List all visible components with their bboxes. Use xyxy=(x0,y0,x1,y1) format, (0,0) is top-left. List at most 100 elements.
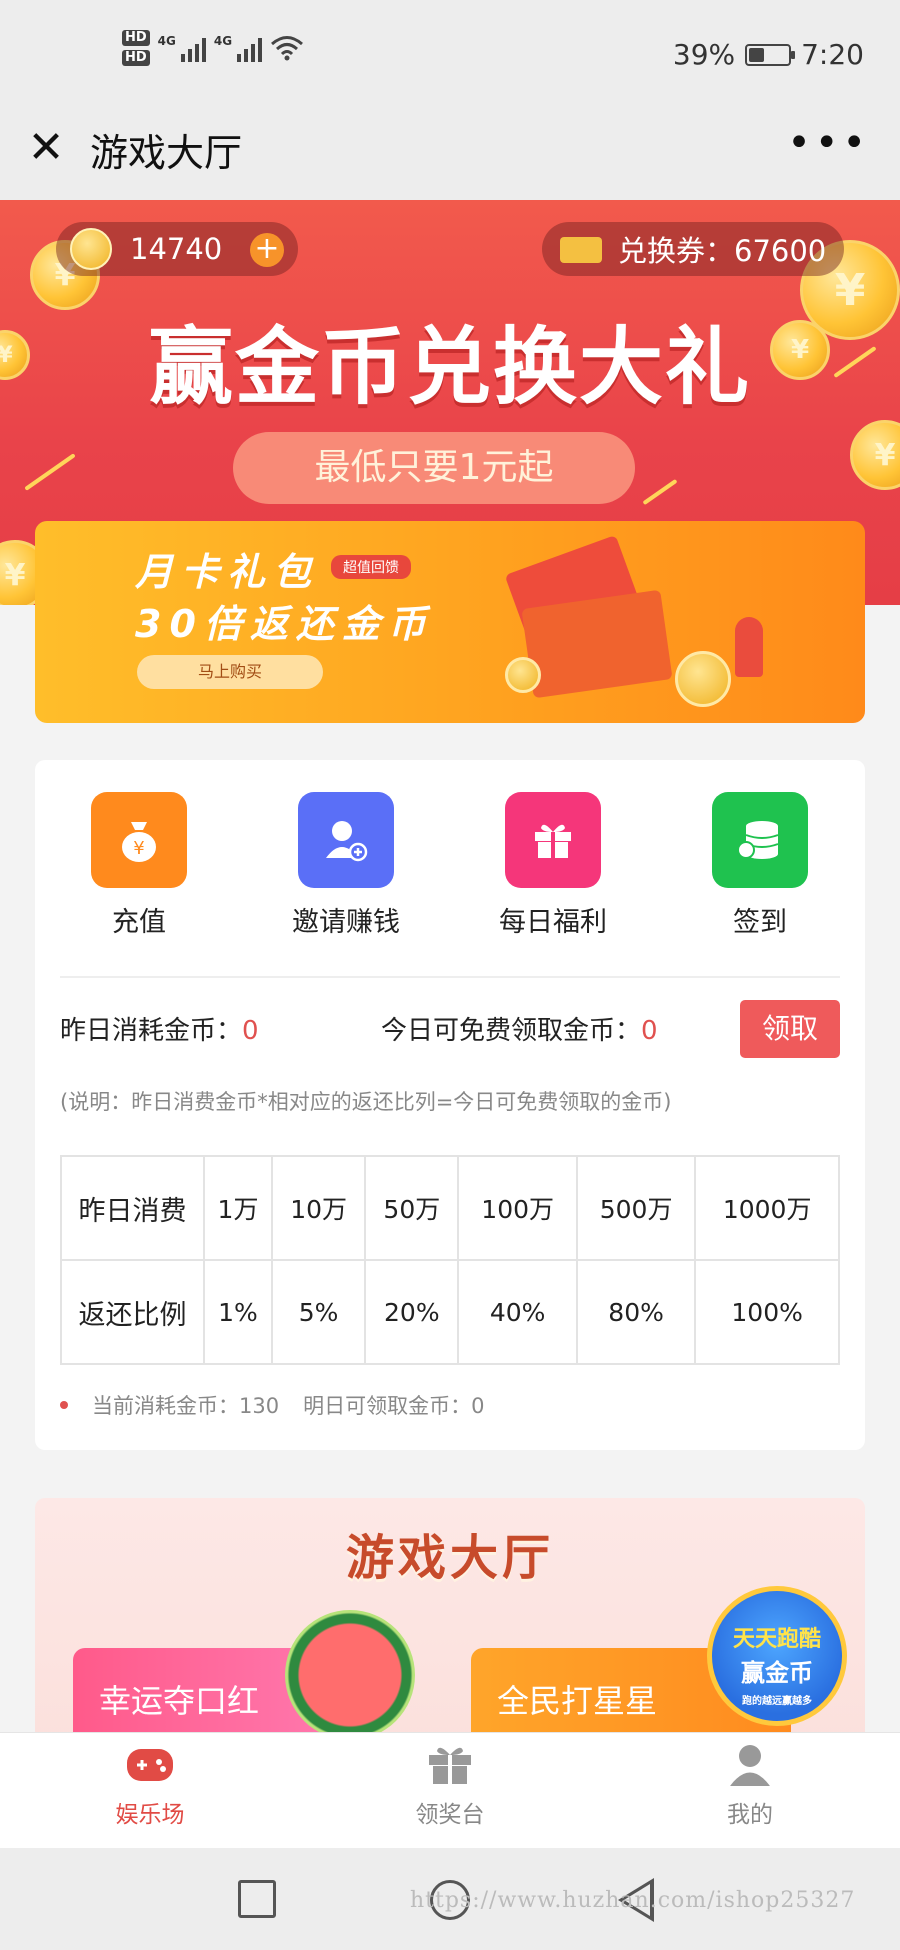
table-cell: 1000万 xyxy=(694,1155,840,1261)
badge-line-3: 跑的越远赢越多 xyxy=(742,1696,812,1707)
close-icon[interactable]: ✕ xyxy=(26,126,66,170)
signal-icon: 4G xyxy=(158,34,206,62)
battery-fill xyxy=(749,47,764,62)
streak-decoration xyxy=(642,478,678,506)
watermark-text: https://www.huzhan.com/ishop25327 xyxy=(410,1888,856,1913)
game-label: 幸运夺口红 xyxy=(99,1682,260,1720)
coin-balance-value: 14740 xyxy=(130,232,223,266)
tab-label: 领奖台 xyxy=(415,1802,485,1828)
voucher-balance-value: 兑换券：67600 xyxy=(618,234,827,268)
today-claimable-label: 今日可免费领取金币： xyxy=(381,1016,642,1046)
claim-button[interactable]: 领取 xyxy=(740,1000,840,1058)
row-header: 返还比例 xyxy=(60,1259,205,1365)
network-type-2: 4G xyxy=(213,34,233,48)
add-user-icon xyxy=(298,792,394,888)
feature-daily-welfare[interactable]: 每日福利 xyxy=(473,792,633,939)
coin-stack-icon xyxy=(70,228,112,270)
tab-entertainment[interactable]: 娱乐场 xyxy=(50,1743,250,1829)
today-claimable-value: 0 xyxy=(641,1016,658,1046)
game-hall-title: 游戏大厅 xyxy=(345,1530,554,1586)
feature-label: 每日福利 xyxy=(499,907,607,938)
feature-checkin[interactable]: 签到 xyxy=(680,792,840,939)
feature-invite[interactable]: 邀请赚钱 xyxy=(266,792,426,939)
bullet-dot xyxy=(60,1401,68,1409)
feature-recharge[interactable]: ¥ 充值 xyxy=(59,792,219,939)
banner-title: 赢金币兑换大礼 xyxy=(148,318,751,416)
user-icon xyxy=(730,1745,770,1786)
ticket-icon xyxy=(560,237,602,263)
table-cell: 500万 xyxy=(575,1155,697,1261)
wifi-icon xyxy=(271,36,304,61)
game-hall: 游戏大厅 幸运夺口红 全民打星星 天天跑酷 赢金币 跑的越远赢越多 xyxy=(35,1498,865,1748)
current-status: 当前消耗金币：130 明日可领取金币：0 xyxy=(60,1390,484,1420)
battery-icon xyxy=(745,43,796,66)
recent-apps-button[interactable] xyxy=(238,1880,276,1918)
hd-badge-2: HD xyxy=(122,50,150,66)
tab-label: 娱乐场 xyxy=(115,1802,185,1828)
coin-illustration xyxy=(675,651,731,707)
yesterday-consumption-value: 0 xyxy=(242,1016,259,1046)
current-consumption: 当前消耗金币：130 xyxy=(92,1394,280,1418)
network-type-1: 4G xyxy=(157,34,176,48)
signal-group: HD HD 4G 4G xyxy=(122,30,304,66)
coin-decoration xyxy=(850,420,900,490)
gamepad-icon xyxy=(127,1749,173,1781)
system-nav-bar: https://www.huzhan.com/ishop25327 xyxy=(0,1848,900,1950)
tab-prize-stage[interactable]: 领奖台 xyxy=(350,1743,550,1829)
banner-subtitle: 最低只要1元起 xyxy=(233,432,635,504)
table-row: 返还比例 1% 5% 20% 40% 80% 100% xyxy=(60,1259,840,1365)
hd-badge-1: HD xyxy=(122,30,150,46)
gift-icon xyxy=(429,1747,471,1784)
table-row: 昨日消费 1万 10万 50万 100万 500万 1000万 xyxy=(60,1155,840,1261)
month-card-tag: 超值回馈 xyxy=(331,555,411,579)
clock: 7:20 xyxy=(801,38,864,71)
girl-illustration xyxy=(735,617,763,677)
streak-decoration xyxy=(24,453,76,491)
more-options-icon[interactable]: ••• xyxy=(787,123,870,163)
table-cell: 40% xyxy=(457,1259,578,1365)
month-card-title: 月卡礼包 xyxy=(135,550,320,594)
table-cell: 100万 xyxy=(457,1155,578,1261)
battery-percent: 39% xyxy=(672,38,736,71)
bottom-tab-bar: 娱乐场 领奖台 我的 xyxy=(0,1732,900,1848)
svg-text:¥: ¥ xyxy=(133,838,144,859)
month-card-banner[interactable]: 月卡礼包 超值回馈 30倍返还金币 马上购买 xyxy=(35,521,865,723)
buy-now-button[interactable]: 马上购买 xyxy=(137,655,323,689)
signal-icon-2: 4G xyxy=(213,34,263,62)
watermelon-illustration xyxy=(285,1610,415,1740)
divider xyxy=(60,976,840,978)
parkour-badge[interactable]: 天天跑酷 赢金币 跑的越远赢越多 xyxy=(707,1586,847,1726)
table-cell: 10万 xyxy=(270,1155,367,1261)
table-cell: 5% xyxy=(270,1259,367,1365)
table-cell: 100% xyxy=(694,1259,840,1365)
coin-illustration xyxy=(505,657,541,693)
rebate-card: ¥ 充值 邀请赚钱 每日福利 签到 昨日消耗金币：0 今日可免费领取金币：0 领… xyxy=(35,760,865,1450)
table-cell: 1% xyxy=(203,1259,273,1365)
yesterday-consumption-label: 昨日消耗金币： xyxy=(60,1016,243,1046)
badge-line-2: 赢金币 xyxy=(741,1659,813,1687)
status-bar: HD HD 4G 4G 39% 7:20 xyxy=(0,0,900,112)
page-title: 游戏大厅 xyxy=(90,131,243,175)
gift-icon xyxy=(505,792,601,888)
table-cell: 20% xyxy=(364,1259,460,1365)
row-header: 昨日消费 xyxy=(60,1155,205,1261)
tab-mine[interactable]: 我的 xyxy=(650,1743,850,1829)
coin-balance: 14740 + xyxy=(56,222,298,276)
table-cell: 80% xyxy=(575,1259,697,1365)
feature-label: 邀请赚钱 xyxy=(292,907,400,938)
status-right: 39% 7:20 xyxy=(673,38,864,71)
month-card-subtitle: 30倍返还金币 xyxy=(135,602,434,646)
gift-box-illustration xyxy=(521,589,673,699)
add-coins-button[interactable]: + xyxy=(250,233,284,267)
badge-line-1: 天天跑酷 xyxy=(732,1627,821,1652)
today-claimable: 今日可免费领取金币：0 xyxy=(381,1010,658,1047)
rebate-table: 昨日消费 1万 10万 50万 100万 500万 1000万 返还比例 1% … xyxy=(60,1155,840,1365)
money-bag-icon: ¥ xyxy=(91,792,187,888)
tomorrow-claimable: 明日可领取金币：0 xyxy=(303,1394,485,1418)
voucher-balance[interactable]: 兑换券：67600 xyxy=(542,222,844,276)
game-label: 全民打星星 xyxy=(497,1682,658,1720)
top-nav: ✕ 游戏大厅 ••• xyxy=(0,112,900,200)
tab-label: 我的 xyxy=(727,1802,773,1828)
feature-label: 充值 xyxy=(112,907,166,938)
rebate-note: (说明：昨日消费金币*相对应的返还比列=今日可免费领取的金币) xyxy=(60,1090,672,1114)
